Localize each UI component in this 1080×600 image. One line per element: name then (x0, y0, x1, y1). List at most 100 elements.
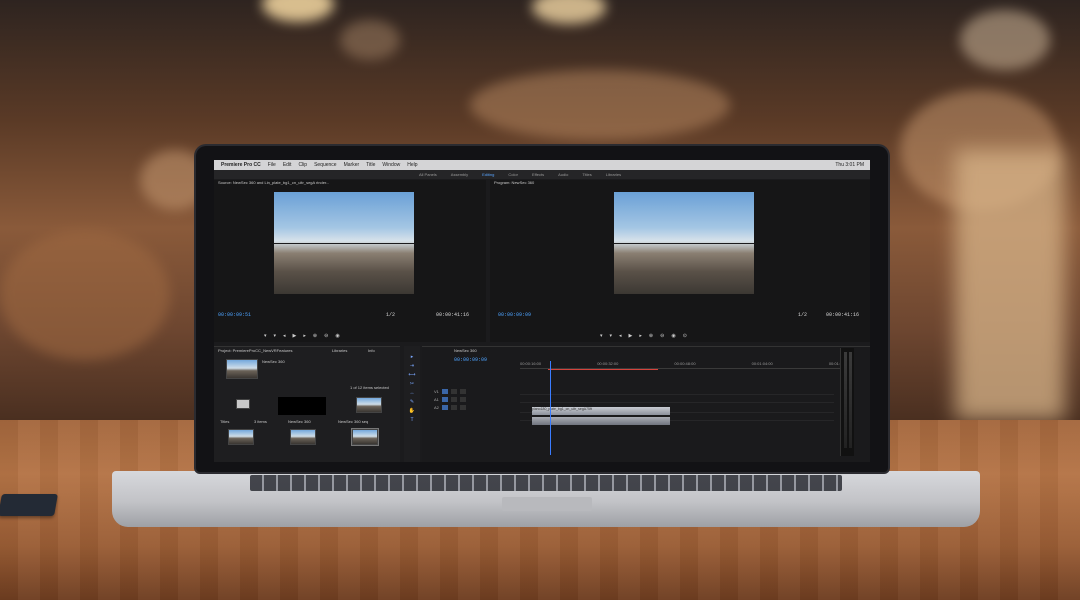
target-toggle[interactable] (441, 404, 448, 410)
solo-icon[interactable] (459, 404, 466, 410)
workspace-libraries[interactable]: Libraries (606, 172, 621, 177)
overwrite-icon[interactable]: ⊖ (324, 333, 328, 339)
menu-clip[interactable]: Clip (298, 162, 307, 168)
source-monitor-tab[interactable]: Source: NewSec 360 and Lin_plate_bg1_cn_… (218, 180, 478, 188)
lift-icon[interactable]: ⊕ (649, 333, 653, 339)
trackpad (502, 497, 592, 511)
project-tab[interactable]: Project: PremiereProCC_NewVRFeatures (218, 348, 328, 356)
video-clip[interactable]: piano180_plate_bg1_cn_ultr_segA75ft (532, 407, 670, 415)
vr-view-icon[interactable]: ⊙ (683, 333, 687, 339)
track-label: A2 (434, 404, 439, 410)
lock-icon[interactable] (450, 388, 457, 394)
menu-help[interactable]: Help (407, 162, 417, 168)
tools-panel: ▸ ⇥ ⟷ ✂ ↔ ✎ ✋ T (404, 346, 420, 462)
target-toggle[interactable] (441, 388, 448, 394)
app-name[interactable]: Premiere Pro CC (221, 162, 261, 168)
solo-icon[interactable] (459, 396, 466, 402)
bin-item-label: NewSec 360 (288, 419, 311, 424)
menu-sequence[interactable]: Sequence (314, 162, 337, 168)
menu-marker[interactable]: Marker (344, 162, 360, 168)
play-icon[interactable]: ▶ (629, 333, 633, 339)
insert-icon[interactable]: ⊕ (313, 333, 317, 339)
window-glow (955, 150, 1065, 420)
slip-tool-icon[interactable]: ↔ (410, 390, 415, 396)
extract-icon[interactable]: ⊖ (660, 333, 664, 339)
bokeh-light (470, 70, 730, 140)
sequence-name: NewSec 360 (262, 359, 285, 364)
mute-icon[interactable] (450, 404, 457, 410)
black-video-clip[interactable] (278, 397, 326, 415)
timeline-timecode[interactable]: 00:00:09:09 (454, 357, 487, 363)
menu-window[interactable]: Window (382, 162, 400, 168)
mark-in-icon[interactable]: ▾ (264, 333, 267, 339)
pen-tool-icon[interactable]: ✎ (410, 399, 414, 405)
mark-in-icon[interactable]: ▾ (600, 333, 603, 339)
work-area-bar[interactable] (548, 369, 658, 370)
workspace-effects[interactable]: Effects (532, 172, 544, 177)
info-tab[interactable]: Info (368, 348, 388, 356)
program-zoom[interactable]: 1/2 (798, 312, 807, 318)
source-video-frame (274, 192, 414, 294)
mute-icon[interactable] (450, 396, 457, 402)
play-icon[interactable]: ▶ (293, 333, 297, 339)
track-select-icon[interactable]: ⇥ (410, 363, 414, 369)
selection-tool-icon[interactable]: ▸ (411, 354, 414, 360)
program-timecode[interactable]: 00:00:09:09 (498, 312, 531, 318)
workspace-bar: All Panels Assembly Editing Color Effect… (214, 170, 870, 179)
items-count: 1 of 12 items selected (350, 385, 389, 390)
eye-icon[interactable] (459, 388, 466, 394)
clip-thumbnail[interactable] (351, 428, 379, 446)
track-header-v1[interactable]: V1 (434, 387, 518, 395)
type-tool-icon[interactable]: T (410, 417, 413, 423)
razor-tool-icon[interactable]: ✂ (410, 381, 414, 387)
clip-thumbnail[interactable] (356, 397, 382, 413)
ruler-tick: 00:00:32:00 (597, 361, 619, 366)
libraries-tab[interactable]: Libraries (332, 348, 362, 356)
sequence-thumbnail[interactable] (226, 359, 258, 379)
track-header-a2[interactable]: A2 (434, 403, 518, 411)
workspace-all-panels[interactable]: All Panels (419, 172, 437, 177)
workspace-color[interactable]: Color (508, 172, 518, 177)
timeline-tab[interactable]: NewSec 360 (454, 348, 514, 356)
program-duration: 00:00:41:16 (826, 312, 860, 318)
menu-edit[interactable]: Edit (283, 162, 292, 168)
menu-title[interactable]: Title (366, 162, 375, 168)
ruler-tick: 00:00:16:00 (520, 361, 542, 366)
step-back-icon[interactable]: ◂ (283, 333, 286, 339)
track-lane[interactable] (520, 387, 834, 395)
workspace-audio[interactable]: Audio (558, 172, 568, 177)
audio-clip[interactable] (532, 417, 670, 425)
source-zoom[interactable]: 1/2 (386, 312, 395, 318)
laptop-lid: Premiere Pro CC File Edit Clip Sequence … (196, 146, 888, 472)
bin-item-label: 3 items (254, 419, 267, 424)
bokeh-light (532, 0, 606, 24)
program-monitor-tab[interactable]: Program: NewSec 360 (494, 180, 694, 188)
ripple-edit-icon[interactable]: ⟷ (408, 372, 415, 378)
source-timecode[interactable]: 00:00:09:51 (218, 312, 251, 318)
mark-out-icon[interactable]: ▾ (274, 333, 277, 339)
export-frame-icon[interactable]: ◉ (335, 333, 339, 339)
clip-thumbnail[interactable] (228, 429, 254, 445)
workspace-assembly[interactable]: Assembly (451, 172, 468, 177)
folder-icon[interactable] (236, 399, 250, 409)
workspace-titles[interactable]: Titles (582, 172, 591, 177)
track-label: V1 (434, 388, 439, 394)
mark-out-icon[interactable]: ▾ (610, 333, 613, 339)
target-toggle[interactable] (441, 396, 448, 402)
export-frame-icon[interactable]: ◉ (671, 333, 675, 339)
playhead[interactable] (550, 361, 551, 455)
hand-tool-icon[interactable]: ✋ (409, 408, 415, 414)
bokeh-light (960, 10, 1050, 70)
workspace-editing[interactable]: Editing (482, 172, 494, 177)
step-forward-icon[interactable]: ▸ (303, 333, 306, 339)
step-back-icon[interactable]: ◂ (619, 333, 622, 339)
step-forward-icon[interactable]: ▸ (639, 333, 642, 339)
track-lane[interactable] (520, 395, 834, 403)
clip-thumbnail[interactable] (290, 429, 316, 445)
program-video-frame (614, 192, 754, 294)
track-header-a1[interactable]: A1 (434, 395, 518, 403)
track-label: A1 (434, 396, 439, 402)
menu-file[interactable]: File (268, 162, 276, 168)
bokeh-light (340, 20, 400, 60)
timeline-ruler[interactable]: 00:00:16:00 00:00:32:00 00:00:48:00 00:0… (520, 361, 850, 369)
